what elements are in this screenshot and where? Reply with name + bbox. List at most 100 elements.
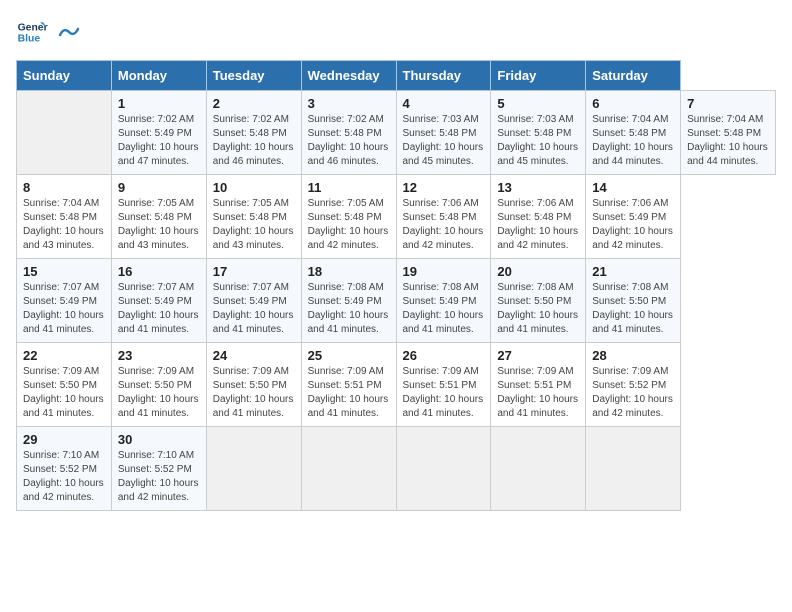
day-info: Sunrise: 7:05 AMSunset: 5:48 PMDaylight:… <box>308 197 390 253</box>
day-number: 18 <box>308 264 390 279</box>
calendar-day-cell: 5Sunrise: 7:03 AMSunset: 5:48 PMDaylight… <box>491 91 586 175</box>
day-number: 10 <box>213 180 295 195</box>
day-info: Sunrise: 7:09 AMSunset: 5:50 PMDaylight:… <box>118 365 200 421</box>
day-info: Sunrise: 7:08 AMSunset: 5:50 PMDaylight:… <box>497 281 579 337</box>
calendar-day-cell: 18 Sunrise: 7:08 AMSunset: 5:49 PMDayligh… <box>301 259 396 343</box>
calendar-day-cell: 15Sunrise: 7:07 AMSunset: 5:49 PMDayligh… <box>17 259 112 343</box>
calendar-day-cell: 1 Sunrise: 7:02 AMSunset: 5:49 PMDaylight… <box>111 91 206 175</box>
day-number: 5 <box>497 96 579 111</box>
day-number: 4 <box>403 96 485 111</box>
calendar-day-cell: 23 Sunrise: 7:09 AMSunset: 5:50 PMDayligh… <box>111 343 206 427</box>
calendar-day-cell: 21Sunrise: 7:08 AMSunset: 5:50 PMDayligh… <box>586 259 681 343</box>
calendar-week-row: 29 Sunrise: 7:10 AMSunset: 5:52 PMDayligh… <box>17 427 776 511</box>
day-number: 17 <box>213 264 295 279</box>
calendar-day-cell: 3 Sunrise: 7:02 AMSunset: 5:48 PMDaylight… <box>301 91 396 175</box>
day-info: Sunrise: 7:05 AMSunset: 5:48 PMDaylight:… <box>118 197 200 253</box>
day-info: Sunrise: 7:08 AMSunset: 5:50 PMDaylight:… <box>592 281 674 337</box>
calendar-week-row: 8Sunrise: 7:04 AMSunset: 5:48 PMDaylight… <box>17 175 776 259</box>
logo: General Blue <box>16 16 80 48</box>
logo-icon: General Blue <box>16 16 48 48</box>
calendar-day-cell: 8Sunrise: 7:04 AMSunset: 5:48 PMDaylight… <box>17 175 112 259</box>
calendar-day-cell <box>586 427 681 511</box>
logo-wave-icon <box>58 25 80 39</box>
calendar-day-cell <box>301 427 396 511</box>
calendar-day-cell: 9 Sunrise: 7:05 AMSunset: 5:48 PMDaylight… <box>111 175 206 259</box>
col-header-saturday: Saturday <box>586 61 681 91</box>
calendar-week-row: 22 Sunrise: 7:09 AMSunset: 5:50 PMDayligh… <box>17 343 776 427</box>
col-header-monday: Monday <box>111 61 206 91</box>
calendar-day-cell <box>396 427 491 511</box>
calendar-day-cell: 28 Sunrise: 7:09 AMSunset: 5:52 PMDayligh… <box>586 343 681 427</box>
day-info: Sunrise: 7:02 AMSunset: 5:48 PMDaylight:… <box>308 113 390 169</box>
col-header-wednesday: Wednesday <box>301 61 396 91</box>
day-info: Sunrise: 7:09 AMSunset: 5:50 PMDaylight:… <box>213 365 295 421</box>
day-number: 29 <box>23 432 105 447</box>
day-number: 25 <box>308 348 390 363</box>
day-number: 26 <box>403 348 485 363</box>
calendar-day-cell: 27Sunrise: 7:09 AMSunset: 5:51 PMDayligh… <box>491 343 586 427</box>
svg-text:Blue: Blue <box>18 34 41 45</box>
col-header-thursday: Thursday <box>396 61 491 91</box>
calendar-week-row: 1 Sunrise: 7:02 AMSunset: 5:49 PMDaylight… <box>17 91 776 175</box>
calendar-day-cell: 6Sunrise: 7:04 AMSunset: 5:48 PMDaylight… <box>586 91 681 175</box>
day-info: Sunrise: 7:05 AMSunset: 5:48 PMDaylight:… <box>213 197 295 253</box>
calendar-day-cell: 26 Sunrise: 7:09 AMSunset: 5:51 PMDayligh… <box>396 343 491 427</box>
calendar-day-cell: 7 Sunrise: 7:04 AMSunset: 5:48 PMDaylight… <box>681 91 776 175</box>
calendar-day-cell: 11Sunrise: 7:05 AMSunset: 5:48 PMDayligh… <box>301 175 396 259</box>
day-info: Sunrise: 7:10 AMSunset: 5:52 PMDaylight:… <box>118 449 200 505</box>
calendar-header-row: SundayMondayTuesdayWednesdayThursdayFrid… <box>17 61 776 91</box>
day-info: Sunrise: 7:09 AMSunset: 5:50 PMDaylight:… <box>23 365 105 421</box>
day-number: 9 <box>118 180 200 195</box>
calendar-day-cell: 13Sunrise: 7:06 AMSunset: 5:48 PMDayligh… <box>491 175 586 259</box>
day-number: 2 <box>213 96 295 111</box>
day-number: 27 <box>497 348 579 363</box>
calendar-day-cell: 29 Sunrise: 7:10 AMSunset: 5:52 PMDayligh… <box>17 427 112 511</box>
day-info: Sunrise: 7:03 AMSunset: 5:48 PMDaylight:… <box>403 113 485 169</box>
calendar-body: 1 Sunrise: 7:02 AMSunset: 5:49 PMDaylight… <box>17 91 776 511</box>
calendar-table: SundayMondayTuesdayWednesdayThursdayFrid… <box>16 60 776 511</box>
day-info: Sunrise: 7:09 AMSunset: 5:52 PMDaylight:… <box>592 365 674 421</box>
calendar-day-cell: 24 Sunrise: 7:09 AMSunset: 5:50 PMDayligh… <box>206 343 301 427</box>
day-info: Sunrise: 7:02 AMSunset: 5:49 PMDaylight:… <box>118 113 200 169</box>
day-number: 3 <box>308 96 390 111</box>
day-number: 1 <box>118 96 200 111</box>
day-info: Sunrise: 7:06 AMSunset: 5:48 PMDaylight:… <box>403 197 485 253</box>
day-info: Sunrise: 7:04 AMSunset: 5:48 PMDaylight:… <box>23 197 105 253</box>
day-number: 15 <box>23 264 105 279</box>
day-info: Sunrise: 7:07 AMSunset: 5:49 PMDaylight:… <box>118 281 200 337</box>
day-info: Sunrise: 7:08 AMSunset: 5:49 PMDaylight:… <box>403 281 485 337</box>
day-number: 16 <box>118 264 200 279</box>
empty-cell <box>17 91 112 175</box>
day-info: Sunrise: 7:06 AMSunset: 5:48 PMDaylight:… <box>497 197 579 253</box>
page-header: General Blue <box>16 16 776 48</box>
day-info: Sunrise: 7:09 AMSunset: 5:51 PMDaylight:… <box>403 365 485 421</box>
day-number: 24 <box>213 348 295 363</box>
calendar-day-cell <box>206 427 301 511</box>
day-info: Sunrise: 7:10 AMSunset: 5:52 PMDaylight:… <box>23 449 105 505</box>
day-number: 22 <box>23 348 105 363</box>
day-info: Sunrise: 7:06 AMSunset: 5:49 PMDaylight:… <box>592 197 674 253</box>
day-number: 28 <box>592 348 674 363</box>
col-header-sunday: Sunday <box>17 61 112 91</box>
day-number: 19 <box>403 264 485 279</box>
calendar-day-cell: 19 Sunrise: 7:08 AMSunset: 5:49 PMDayligh… <box>396 259 491 343</box>
day-number: 23 <box>118 348 200 363</box>
day-info: Sunrise: 7:04 AMSunset: 5:48 PMDaylight:… <box>687 113 769 169</box>
day-info: Sunrise: 7:04 AMSunset: 5:48 PMDaylight:… <box>592 113 674 169</box>
day-info: Sunrise: 7:09 AMSunset: 5:51 PMDaylight:… <box>308 365 390 421</box>
col-header-friday: Friday <box>491 61 586 91</box>
day-number: 7 <box>687 96 769 111</box>
day-info: Sunrise: 7:02 AMSunset: 5:48 PMDaylight:… <box>213 113 295 169</box>
day-number: 30 <box>118 432 200 447</box>
day-number: 12 <box>403 180 485 195</box>
col-header-tuesday: Tuesday <box>206 61 301 91</box>
calendar-day-cell: 2 Sunrise: 7:02 AMSunset: 5:48 PMDaylight… <box>206 91 301 175</box>
calendar-day-cell: 14 Sunrise: 7:06 AMSunset: 5:49 PMDayligh… <box>586 175 681 259</box>
day-number: 20 <box>497 264 579 279</box>
day-number: 14 <box>592 180 674 195</box>
day-info: Sunrise: 7:07 AMSunset: 5:49 PMDaylight:… <box>213 281 295 337</box>
calendar-day-cell: 16 Sunrise: 7:07 AMSunset: 5:49 PMDayligh… <box>111 259 206 343</box>
day-info: Sunrise: 7:08 AMSunset: 5:49 PMDaylight:… <box>308 281 390 337</box>
calendar-day-cell: 17 Sunrise: 7:07 AMSunset: 5:49 PMDayligh… <box>206 259 301 343</box>
calendar-day-cell: 4 Sunrise: 7:03 AMSunset: 5:48 PMDaylight… <box>396 91 491 175</box>
